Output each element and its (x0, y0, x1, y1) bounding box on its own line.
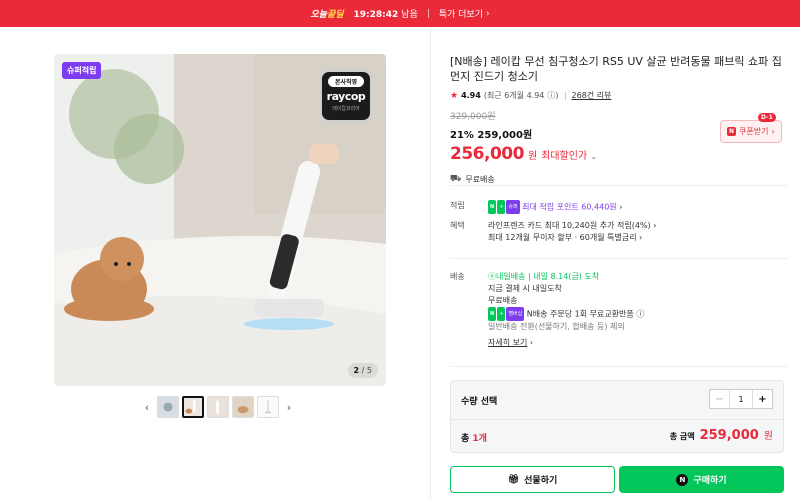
increase-quantity-button[interactable]: + (752, 390, 772, 408)
total-count: 총 1개 (461, 434, 487, 444)
next-image-button[interactable]: › (282, 401, 296, 414)
gift-icon: 🎁︎ (507, 474, 520, 485)
tomorrow-delivery-badge: ⓝ내일배송 (488, 272, 526, 281)
benefit-values: 라인프렌즈 카드 최대 10,240원 추가 적립(4%) › 최대 12개월 … (488, 220, 788, 244)
gift-button[interactable]: 🎁︎ 선물하기 (450, 466, 615, 493)
chevron-right-icon: › (771, 127, 775, 136)
deal-timer: 19:28:42 남음 (353, 10, 418, 20)
coupon-button[interactable]: N 쿠폰받기 › (720, 120, 782, 143)
delivery-info-2: 무료배송 (488, 296, 518, 305)
chevron-right-icon: › (486, 8, 490, 19)
installment-link[interactable]: 최대 12개월 무이자 할부 · 60개월 특별금리 › (488, 233, 642, 242)
points-label: 적립 (450, 201, 465, 210)
divider (451, 419, 783, 420)
info-icon[interactable]: ⓘ (634, 310, 644, 319)
thumbnail-4[interactable] (232, 396, 254, 418)
image-counter: 2 / 5 (347, 363, 378, 378)
coupon-deadline-tag: D-1 (758, 113, 776, 122)
delivery-detail-link[interactable]: 자세히 보기 › (488, 337, 533, 349)
card-benefit-link[interactable]: 라인프렌즈 카드 최대 10,240원 추가 적립(4%) › (488, 221, 656, 230)
official-store-label: 본사직영 (328, 76, 364, 87)
delivery-values: ⓝ내일배송 | 내일 8.14(금) 도착 지금 결제 시 내일도착 무료배송 … (488, 271, 788, 349)
brand-logo-badge: 본사직영 raycop 레이캅코리아 (320, 70, 372, 122)
product-main-image[interactable]: 슈퍼적립 본사직영 raycop 레이캅코리아 2 / 5 (54, 54, 386, 386)
truck-icon: ⛟ (450, 174, 462, 184)
sale-price: 259,000원 (477, 130, 533, 141)
logo-subtitle: 레이캅코리아 (332, 106, 360, 112)
naver-pay-icon: N (676, 473, 689, 486)
decrease-quantity-button[interactable]: − (710, 390, 730, 408)
quantity-label: 수량 선택 (461, 397, 498, 407)
arrival-date: 내일 8.14(금) 도착 (533, 272, 600, 281)
rating-row: ★ 4.94 (최근 6개월 4.94 ⓘ) 268건 리뷰 (450, 90, 790, 101)
delivery-info-1: 지금 결제 시 내일도착 (488, 284, 562, 293)
info-icon[interactable]: ⓘ) (547, 90, 558, 101)
free-shipping: ⛟ 무료배송 (450, 174, 495, 184)
quantity-value[interactable]: 1 (730, 390, 752, 408)
total-price-label: 총 금액 (669, 432, 695, 441)
buy-button[interactable]: N 구매하기 (619, 466, 784, 493)
discount-percent: 21% (450, 130, 474, 141)
delivery-note: 일반배송 전환(선물하기, 합배송 등) 제외 (488, 322, 625, 331)
thumbnail-3[interactable] (207, 396, 229, 418)
prev-image-button[interactable]: ‹ (140, 401, 154, 414)
total-price-amount: 259,000 (699, 428, 759, 443)
naver-delivery-icon: ⓝ (488, 272, 496, 281)
free-return-text: N배송 주문당 1회 무료교환반품 (526, 309, 634, 319)
super-points-badge: 슈퍼적립 (62, 62, 102, 79)
chevron-right-icon: › (616, 202, 623, 212)
quantity-box: 수량 선택 − 1 + 총 1개 총 금액 259,000 원 (450, 380, 784, 453)
divider (427, 9, 429, 18)
rating-recent: (최근 6개월 4.94 (483, 91, 545, 100)
total-price: 총 금액 259,000 원 (670, 427, 773, 443)
points-value: N + 슈퍼 최대 적립 포인트 60,440원 › (488, 200, 788, 214)
column-divider (430, 27, 431, 499)
section-divider (450, 185, 788, 186)
chevron-down-icon: ⌄ (590, 152, 598, 161)
section-divider (450, 366, 788, 367)
npay-return-icon: N + 멤버십 (488, 307, 525, 321)
thumbnail-strip: ‹ › (140, 396, 296, 418)
npay-plus-icon: N + 슈퍼 (488, 200, 520, 214)
final-price-line: 256,000 원 최대할인가 ⌄ (450, 144, 790, 164)
naver-icon: N (727, 127, 737, 136)
quantity-stepper: − 1 + (709, 389, 773, 409)
product-title: [N배송] 레이캅 무선 침구청소기 RS5 UV 살균 반려동물 패브릭 쇼파… (450, 55, 782, 83)
thumbnail-5[interactable] (257, 396, 279, 418)
max-discount-toggle[interactable]: 최대할인가 ⌄ (541, 147, 597, 162)
coupon-area: D-1 N 쿠폰받기 › (720, 113, 782, 143)
delivery-label: 배송 (450, 272, 465, 281)
thumbnail-2[interactable] (182, 396, 204, 418)
benefit-label: 혜택 (450, 221, 465, 230)
total-price-unit: 원 (763, 431, 773, 442)
product-info: [N배송] 레이캅 무선 침구청소기 RS5 UV 살균 반려동물 패브릭 쇼파… (450, 54, 790, 185)
thumbnail-1[interactable] (157, 396, 179, 418)
raycop-logo: raycop (326, 90, 366, 103)
divider (564, 91, 566, 100)
top-deal-banner: 오늘끝딜 19:28:42 남음 특가 더보기 › (0, 0, 800, 27)
rating-score: 4.94 (461, 91, 481, 100)
max-points-link[interactable]: 최대 적립 포인트 60,440원 (522, 203, 617, 212)
review-count-link[interactable]: 268건 리뷰 (572, 90, 612, 101)
star-icon: ★ (450, 90, 459, 101)
final-price-unit: 원 (527, 151, 538, 162)
section-divider (450, 258, 788, 259)
more-deals-link[interactable]: 특가 더보기 › (439, 7, 490, 21)
final-price: 256,000 (450, 144, 524, 164)
deal-brand: 오늘끝딜 (310, 10, 344, 20)
